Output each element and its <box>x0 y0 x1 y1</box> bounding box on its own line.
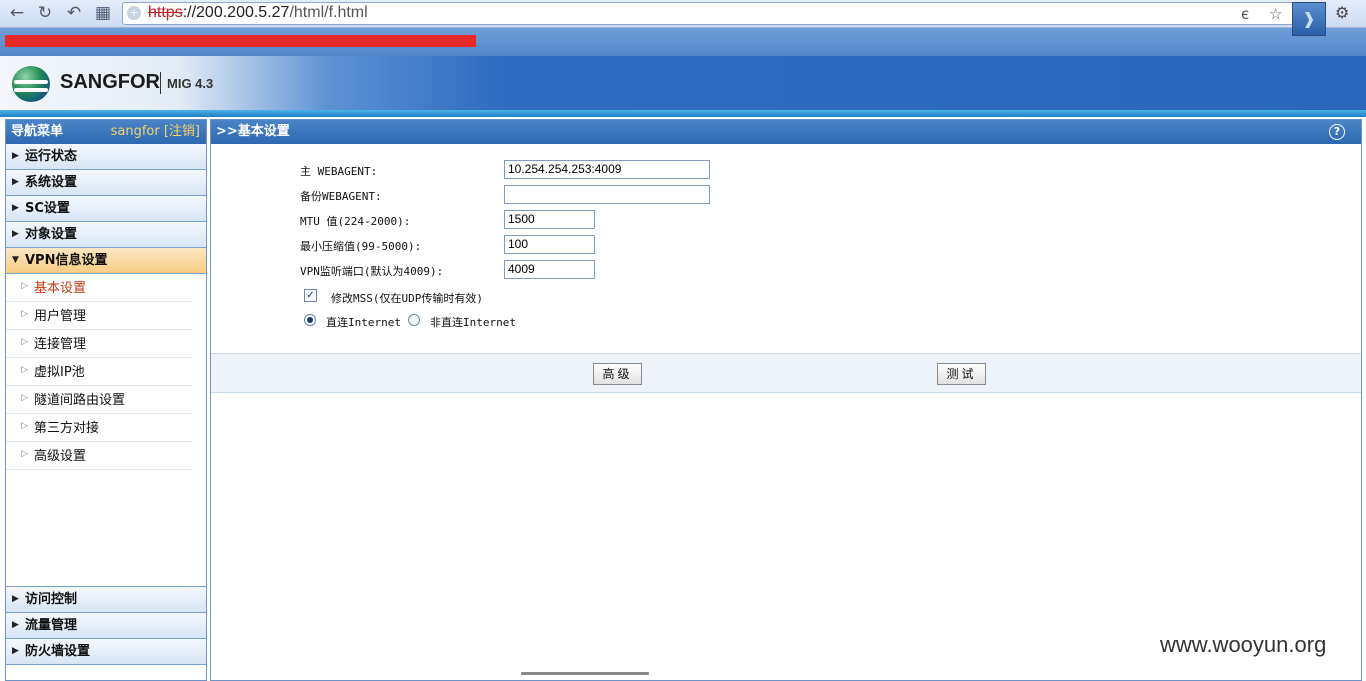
indirect-internet-label: 非直连Internet <box>430 316 516 329</box>
back-icon[interactable]: ← <box>6 3 28 23</box>
item-arrow-icon: ▷ <box>21 309 28 319</box>
basic-settings-form: 主 WEBAGENT: 备份WEBAGENT: MTU 值(224-2000):… <box>211 148 1361 353</box>
min-compress-input[interactable] <box>504 235 595 254</box>
vpn-port-input[interactable] <box>504 260 595 279</box>
modify-mss-checkbox[interactable]: ✓ <box>304 289 317 302</box>
direct-internet-radio[interactable] <box>304 314 316 326</box>
collapsed-arrow-icon: ▶ <box>12 151 19 161</box>
sidebar-header: 导航菜单 sangfor [注销] <box>6 120 206 144</box>
collapsed-arrow-icon: ▶ <box>12 203 19 213</box>
help-icon[interactable]: ? <box>1329 124 1345 140</box>
indirect-internet-radio[interactable] <box>408 314 420 326</box>
sangfor-logo-icon <box>12 66 50 102</box>
reload-icon[interactable]: ↻ <box>34 3 56 23</box>
mtu-input[interactable] <box>504 210 595 229</box>
url-host: ://200.200.5.27 <box>182 4 290 21</box>
url-text: https://200.200.5.27/html/f.html <box>148 4 368 22</box>
site-info-icon[interactable]: + <box>127 6 141 20</box>
browser-toolbar: ← ↻ ↶ ▦ + https://200.200.5.27/html/f.ht… <box>0 0 1366 36</box>
nav-section-label: SC设置 <box>25 201 70 216</box>
header-divider <box>0 110 1366 117</box>
modify-mss-label: 修改MSS(仅在UDP传输时有效) <box>331 292 483 305</box>
brand-divider <box>160 72 161 94</box>
item-arrow-icon: ▷ <box>21 365 28 375</box>
app-header: SANGFOR MIG 4.3 <box>0 56 1366 110</box>
nav-section-object-settings[interactable]: ▶ 对象设置 <box>6 222 206 248</box>
nav-section-traffic-management[interactable]: ▶ 流量管理 <box>6 613 206 639</box>
item-arrow-icon: ▷ <box>21 337 28 347</box>
sidebar-title: 导航菜单 <box>11 124 64 139</box>
sidebar-item-user-management[interactable]: ▷ 用户管理 <box>6 302 192 330</box>
item-arrow-icon: ▷ <box>21 421 28 431</box>
backup-webagent-label: 备份WEBAGENT: <box>300 190 382 203</box>
advanced-button[interactable]: 高级 <box>593 363 642 385</box>
bookmarks-bar <box>0 28 1366 56</box>
ie-icon[interactable]: є <box>1241 5 1249 23</box>
item-arrow-icon: ▷ <box>21 281 28 291</box>
brand-name: SANGFOR <box>60 71 160 93</box>
page-title: >>基本设置 <box>216 124 290 139</box>
panel-header: >>基本设置 ? <box>211 120 1361 144</box>
sidebar-item-label: 虚拟IP池 <box>34 365 85 380</box>
sidebar-item-virtual-ip-pool[interactable]: ▷ 虚拟IP池 <box>6 358 192 386</box>
primary-webagent-input[interactable] <box>504 160 710 179</box>
mtu-label: MTU 值(224-2000): <box>300 215 411 228</box>
nav-section-label: 访问控制 <box>25 592 78 607</box>
nav-section-vpn-settings[interactable]: ▼ VPN信息设置 <box>6 248 206 274</box>
product-model: MIG 4.3 <box>167 76 214 91</box>
test-button[interactable]: 测试 <box>937 363 986 385</box>
direct-internet-label: 直连Internet <box>326 316 401 329</box>
sidebar-item-label: 用户管理 <box>34 309 87 324</box>
item-arrow-icon: ▷ <box>21 449 28 459</box>
backup-webagent-input[interactable] <box>504 185 710 204</box>
collapsed-arrow-icon: ▶ <box>12 620 19 630</box>
sidebar-bottom-sections: ▶ 访问控制 ▶ 流量管理 ▶ 防火墙设置 <box>6 586 206 665</box>
sidebar-item-label: 隧道间路由设置 <box>34 393 126 408</box>
sidebar-item-third-party[interactable]: ▷ 第三方对接 <box>6 414 192 442</box>
nav-section-runtime-status[interactable]: ▶ 运行状态 <box>6 144 206 170</box>
star-icon[interactable]: ☆ <box>1269 5 1282 23</box>
url-path: /html/f.html <box>289 4 368 21</box>
nav-section-label: 系统设置 <box>25 175 78 190</box>
nav-section-sc-settings[interactable]: ▶ SC设置 <box>6 196 206 222</box>
sidebar-item-label: 高级设置 <box>34 449 87 464</box>
nav-section-label: 对象设置 <box>25 227 78 242</box>
primary-webagent-label: 主 WEBAGENT: <box>300 165 378 178</box>
collapsed-arrow-icon: ▶ <box>12 646 19 656</box>
nav-section-system-settings[interactable]: ▶ 系统设置 <box>6 170 206 196</box>
main-panel: >>基本设置 ? 主 WEBAGENT: 备份WEBAGENT: MTU 值(2… <box>210 119 1362 681</box>
watermark: www.wooyun.org <box>1160 632 1327 657</box>
collapsed-arrow-icon: ▶ <box>12 594 19 604</box>
expanded-arrow-icon: ▼ <box>12 255 19 265</box>
collapsed-arrow-icon: ▶ <box>12 177 19 187</box>
extension-icon[interactable]: ❱ <box>1292 2 1326 36</box>
address-bar[interactable]: + https://200.200.5.27/html/f.html є ☆ <box>122 2 1299 25</box>
sidebar-item-label: 连接管理 <box>34 337 87 352</box>
nav-section-label: VPN信息设置 <box>25 253 108 268</box>
nav-section-access-control[interactable]: ▶ 访问控制 <box>6 586 206 613</box>
apps-grid-icon[interactable]: ▦ <box>92 3 114 23</box>
sidebar-item-label: 基本设置 <box>34 281 87 296</box>
redaction-bar <box>5 35 476 47</box>
sidebar-item-advanced-settings[interactable]: ▷ 高级设置 <box>6 442 192 470</box>
wrench-icon[interactable]: ⚙ <box>1335 3 1349 22</box>
nav-section-firewall-settings[interactable]: ▶ 防火墙设置 <box>6 639 206 665</box>
vpn-port-label: VPN监听端口(默认为4009): <box>300 265 444 278</box>
user-logout-link[interactable]: sangfor [注销] <box>111 120 200 144</box>
min-compress-label: 最小压缩值(99-5000): <box>300 240 422 253</box>
undo-icon[interactable]: ↶ <box>63 3 85 23</box>
nav-sidebar: 导航菜单 sangfor [注销] ▶ 运行状态 ▶ 系统设置 ▶ SC设置 ▶ 对象设… <box>5 119 207 681</box>
sidebar-item-tunnel-routing[interactable]: ▷ 隧道间路由设置 <box>6 386 192 414</box>
button-bar: 高级 测试 <box>211 353 1361 393</box>
sidebar-item-connection-management[interactable]: ▷ 连接管理 <box>6 330 192 358</box>
nav-section-label: 运行状态 <box>25 149 78 164</box>
nav-section-label: 流量管理 <box>25 618 78 633</box>
collapsed-arrow-icon: ▶ <box>12 229 19 239</box>
url-scheme: https <box>148 4 183 21</box>
sidebar-item-label: 第三方对接 <box>34 421 100 436</box>
sidebar-item-basic-settings[interactable]: ▷ 基本设置 <box>6 274 192 302</box>
item-arrow-icon: ▷ <box>21 393 28 403</box>
nav-section-label: 防火墙设置 <box>25 644 91 659</box>
